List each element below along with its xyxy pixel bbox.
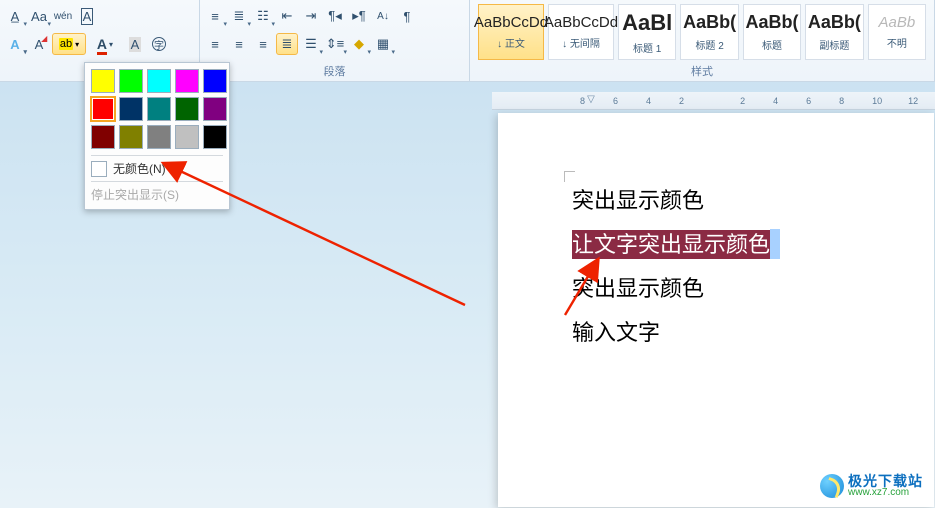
group-label-styles: 样式: [474, 63, 930, 81]
color-swatch[interactable]: [91, 69, 115, 93]
style-label: 标题 2: [695, 37, 723, 52]
style-item[interactable]: AaBb( 副标题: [805, 4, 863, 60]
style-preview: AaBb(: [683, 12, 736, 33]
style-preview: AaBbCcDd: [544, 14, 618, 31]
font-color-button[interactable]: A ▾: [88, 33, 122, 55]
color-swatch[interactable]: [175, 69, 199, 93]
document-page[interactable]: 突出显示颜色让文字突出显示颜色突出显示颜色输入文字: [498, 113, 934, 507]
style-item[interactable]: AaBb( 标题: [743, 4, 801, 60]
style-label: ↓ 正文: [497, 35, 525, 50]
align-left-button[interactable]: ≡: [204, 33, 226, 55]
indent-marker[interactable]: ▽: [587, 94, 595, 105]
rtl-button[interactable]: ▸¶: [348, 5, 370, 27]
char-shading-button[interactable]: A: [124, 33, 146, 55]
paragraph[interactable]: 输入文字: [572, 311, 780, 355]
watermark-cn: 极光下载站: [848, 474, 923, 488]
color-swatch[interactable]: [119, 97, 143, 121]
text-highlight-button[interactable]: ab ▾: [52, 33, 86, 55]
stop-highlight-label: 停止突出显示(S): [91, 186, 179, 203]
watermark-en: www.xz7.com: [848, 488, 923, 498]
horizontal-ruler[interactable]: ▽ 86422468101214161820222426283032: [492, 92, 935, 110]
style-label: 副标题: [819, 37, 849, 52]
char-border-button[interactable]: A: [76, 5, 98, 27]
style-item[interactable]: AaBbCcDd↓ 正文: [478, 4, 544, 60]
sort-button[interactable]: A↓: [372, 5, 394, 27]
stop-highlight-option: 停止突出显示(S): [91, 181, 223, 207]
paragraph[interactable]: 突出显示颜色: [572, 179, 780, 223]
no-color-label: 无颜色(N): [113, 160, 166, 177]
style-preview: AaBb: [878, 14, 915, 31]
justify-button[interactable]: ≣: [276, 33, 298, 55]
color-grid: [91, 69, 223, 149]
color-swatch[interactable]: [203, 69, 227, 93]
style-item[interactable]: AaBb( 标题 2: [680, 4, 738, 60]
style-label: 不明: [887, 35, 907, 50]
multilevel-list-button[interactable]: ☷▾: [252, 5, 274, 27]
color-swatch[interactable]: [175, 125, 199, 149]
numbering-button[interactable]: ≣▾: [228, 5, 250, 27]
increase-indent-button[interactable]: ⇥: [300, 5, 322, 27]
color-swatch[interactable]: [203, 125, 227, 149]
enclose-chars-button[interactable]: 字: [148, 33, 170, 55]
style-preview: AaBl: [622, 10, 672, 36]
color-swatch[interactable]: [91, 97, 115, 121]
bullets-button[interactable]: ≡▾: [204, 5, 226, 27]
distribute-button[interactable]: ☰▾: [300, 33, 322, 55]
align-center-button[interactable]: ≡: [228, 33, 250, 55]
selection-tail: [770, 229, 780, 259]
line-spacing-button[interactable]: ⇕≡▾: [324, 33, 346, 55]
color-swatch[interactable]: [147, 69, 171, 93]
document-body[interactable]: 突出显示颜色让文字突出显示颜色突出显示颜色输入文字: [572, 179, 780, 355]
color-swatch[interactable]: [119, 125, 143, 149]
borders-button[interactable]: ▦▾: [372, 33, 394, 55]
watermark-icon: [820, 474, 844, 498]
no-color-icon: [91, 161, 107, 177]
style-label: 标题 1: [633, 40, 661, 55]
phonetic-guide-button[interactable]: wén: [52, 5, 74, 27]
highlight-color-popup: 无颜色(N) 停止突出显示(S): [84, 62, 230, 210]
style-label: ↓ 无间隔: [562, 35, 600, 50]
group-styles: AaBbCcDd↓ 正文AaBbCcDd↓ 无间隔AaBl标题 1AaBb(标题…: [470, 0, 935, 81]
group-label-paragraph: 段落: [204, 63, 465, 81]
color-swatch[interactable]: [203, 97, 227, 121]
highlighted-text[interactable]: 让文字突出显示颜色: [572, 230, 770, 259]
paragraph[interactable]: 让文字突出显示颜色: [572, 223, 780, 267]
ltr-button[interactable]: ¶◂: [324, 5, 346, 27]
paragraph[interactable]: 突出显示颜色: [572, 267, 780, 311]
change-case-button[interactable]: Aa▾: [28, 5, 50, 27]
style-item[interactable]: AaBbCcDd↓ 无间隔: [548, 4, 614, 60]
watermark: 极光下载站 www.xz7.com: [820, 474, 923, 498]
style-preview: AaBb(: [808, 12, 861, 33]
clear-formatting-button[interactable]: A◢: [28, 33, 50, 55]
color-swatch[interactable]: [91, 125, 115, 149]
color-swatch[interactable]: [147, 97, 171, 121]
style-preview: AaBbCcDd: [474, 14, 548, 31]
style-label: 标题: [762, 37, 782, 52]
font-style-button-1[interactable]: A̲▾: [4, 5, 26, 27]
no-color-option[interactable]: 无颜色(N): [91, 155, 223, 181]
show-marks-button[interactable]: ¶: [396, 5, 418, 27]
shading-button[interactable]: ◆▾: [348, 33, 370, 55]
highlight-icon: ab: [59, 38, 73, 50]
color-swatch[interactable]: [175, 97, 199, 121]
style-preview: AaBb(: [746, 12, 799, 33]
text-effects-button[interactable]: A▾: [4, 33, 26, 55]
decrease-indent-button[interactable]: ⇤: [276, 5, 298, 27]
style-item[interactable]: AaBb 不明: [868, 4, 926, 60]
color-swatch[interactable]: [147, 125, 171, 149]
color-swatch[interactable]: [119, 69, 143, 93]
align-right-button[interactable]: ≡: [252, 33, 274, 55]
style-item[interactable]: AaBl 标题 1: [618, 4, 676, 60]
group-paragraph: ≡▾ ≣▾ ☷▾ ⇤ ⇥ ¶◂ ▸¶ A↓ ¶ ≡ ≡ ≡ ≣ ☰▾ ⇕≡▾ ◆…: [200, 0, 470, 81]
